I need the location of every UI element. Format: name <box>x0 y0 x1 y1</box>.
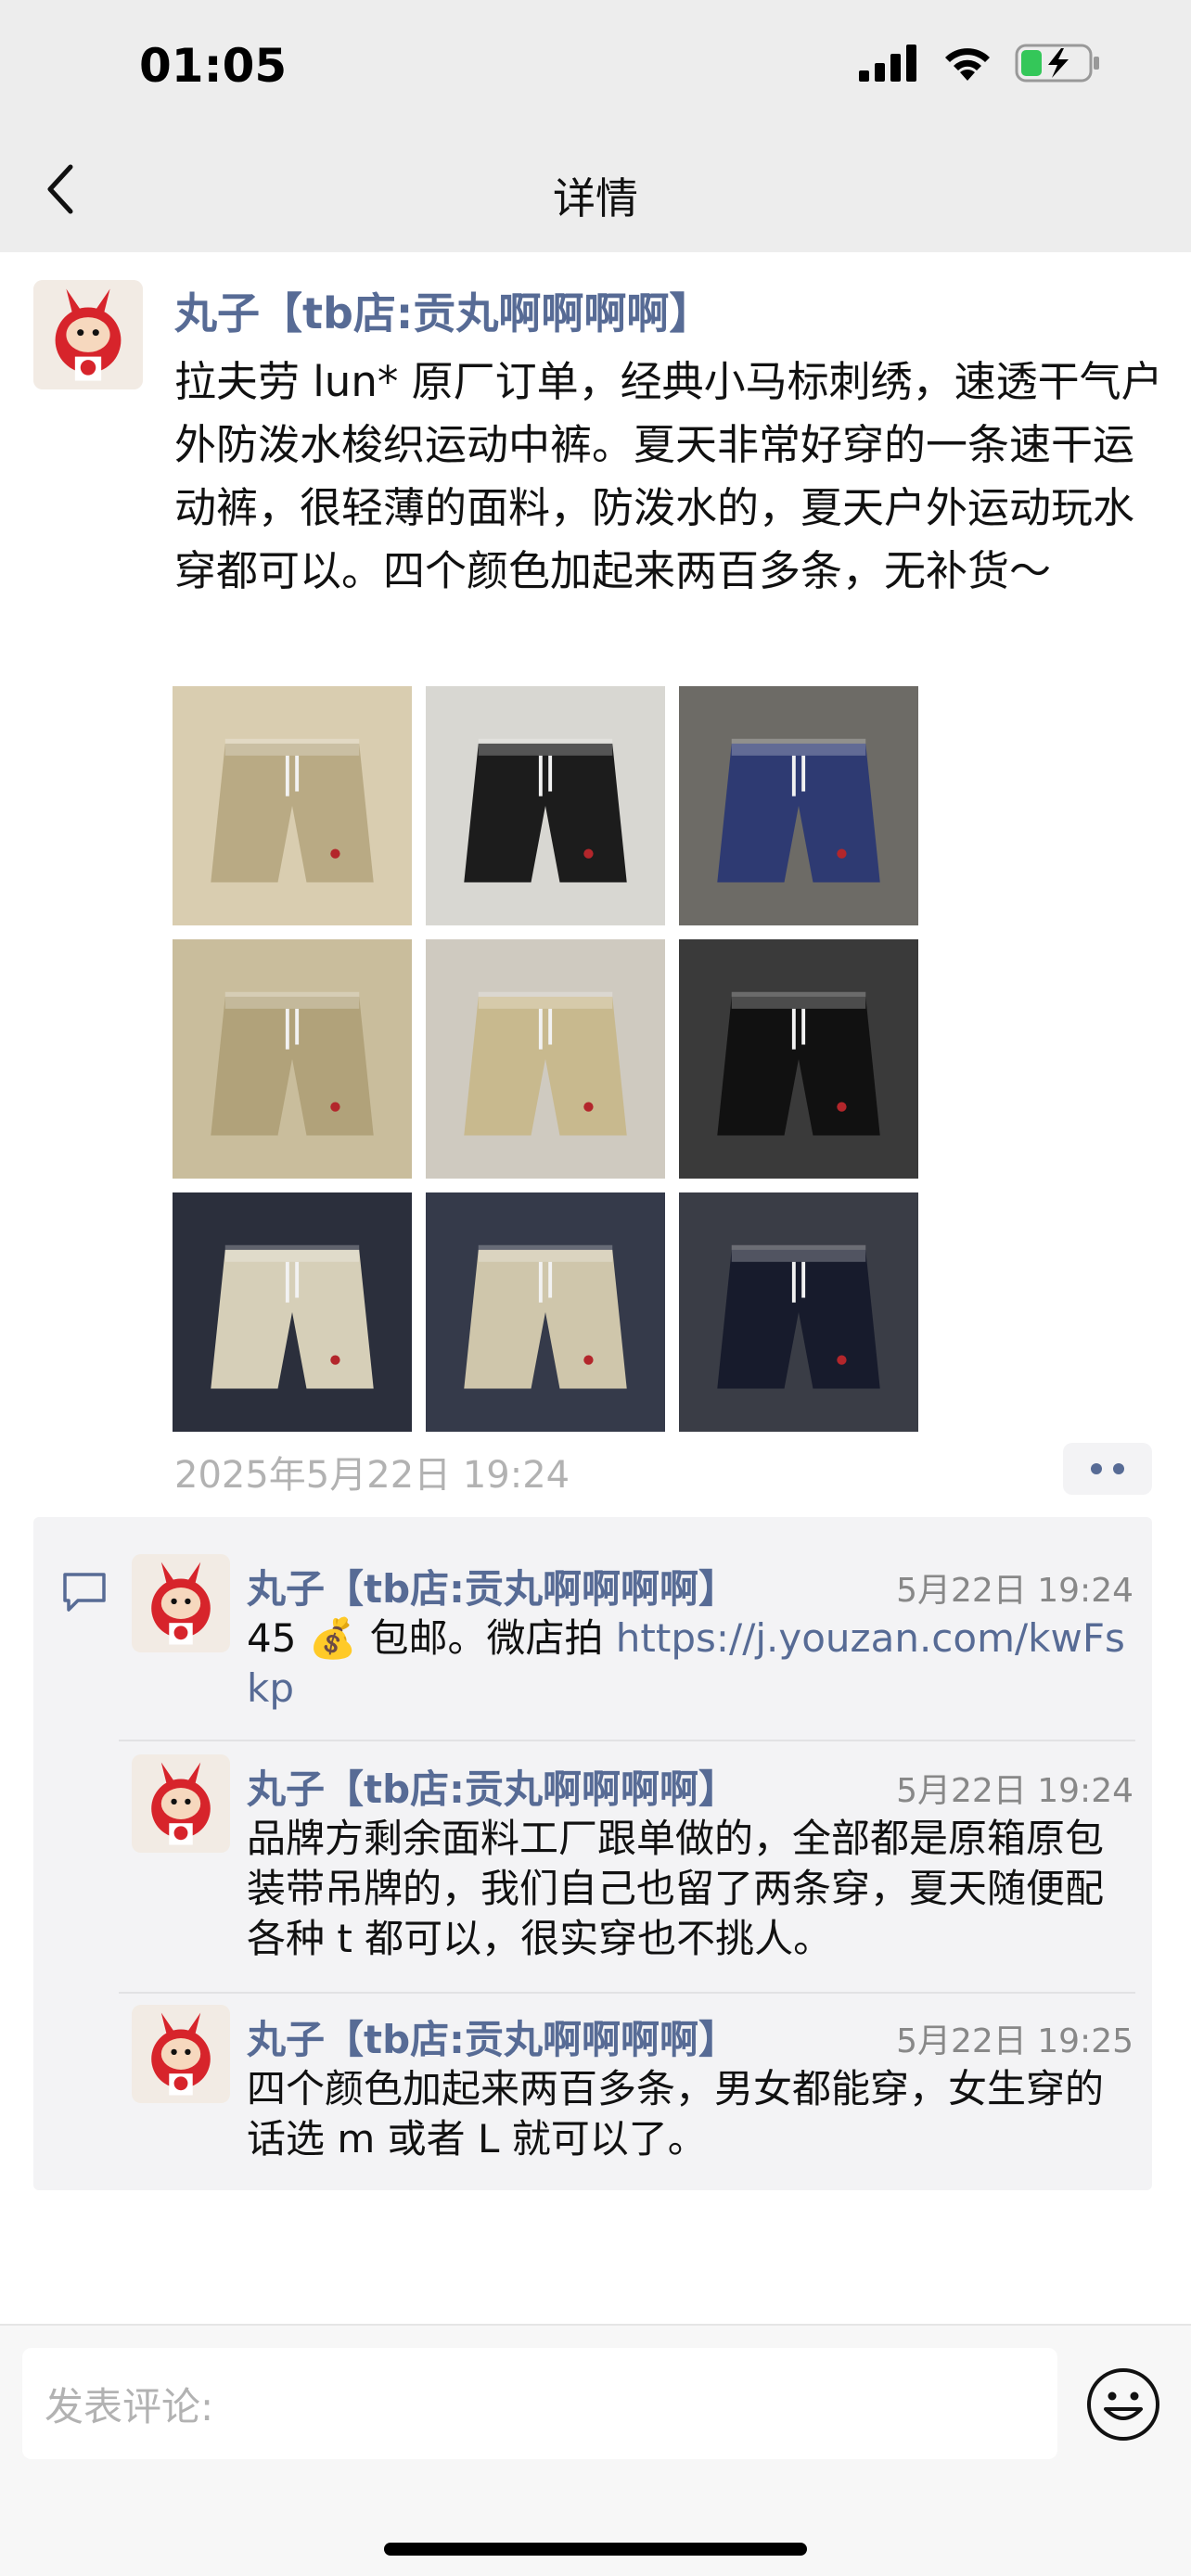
comment-author-avatar[interactable] <box>132 1754 230 1853</box>
comment-text: 品牌方剩余面料工厂跟单做的，全部都是原箱原包装带吊牌的，我们自己也留了两条穿，夏… <box>247 1816 1105 1961</box>
top-bar: 01:05 详情 <box>0 0 1191 252</box>
comment-input[interactable]: 发表评论: <box>22 2348 1057 2459</box>
photo-beige-shorts-hanging[interactable] <box>173 1192 412 1432</box>
comment-item[interactable]: 丸子【tb店:贡丸啊啊啊啊】 5月22日 19:24 品牌方剩余面料工厂跟单做的… <box>132 1754 1133 1961</box>
dot-icon <box>1113 1463 1124 1474</box>
photo-navy-shorts-hanging[interactable] <box>679 1192 918 1432</box>
comment-author-name[interactable]: 丸子【tb店:贡丸啊啊啊啊】 <box>247 2009 737 2065</box>
comments-panel: 丸子【tb店:贡丸啊啊啊啊】 5月22日 19:24 45 💰 包邮。微店拍 h… <box>33 1517 1152 2190</box>
post-author-name[interactable]: 丸子【tb店:贡丸啊啊啊啊】 <box>174 280 711 341</box>
photo-beige-shorts-closeup[interactable] <box>426 1192 665 1432</box>
page-title: 详情 <box>553 173 638 223</box>
wifi-icon <box>945 48 990 81</box>
post-timestamp: 2025年5月22日 19:24 <box>174 1454 570 1497</box>
comment-item[interactable]: 丸子【tb店:贡丸啊啊啊啊】 5月22日 19:25 四个颜色加起来两百多条，男… <box>132 2005 1133 2162</box>
comment-item[interactable]: 丸子【tb店:贡丸啊啊啊啊】 5月22日 19:24 45 💰 包邮。微店拍 h… <box>132 1554 1133 1712</box>
photo-khaki-shorts-tags[interactable] <box>173 939 412 1179</box>
comment-divider <box>119 1740 1135 1741</box>
photo-khaki-folded-shorts[interactable] <box>173 686 412 925</box>
comment-author-avatar[interactable] <box>132 1554 230 1652</box>
status-time: 01:05 <box>139 39 288 93</box>
avatar-cartoon-icon <box>132 2005 230 2103</box>
post-text: 拉夫劳 lun* 原厂订单，经典小马标刺绣，速透干气户外防泼水梭织运动中裤。夏天… <box>174 357 1163 595</box>
battery-charging-icon <box>1015 44 1099 83</box>
comment-time: 5月22日 19:25 <box>896 2022 1133 2060</box>
avatar-cartoon-icon <box>132 1554 230 1652</box>
comment-text: 45 💰 包邮。微店拍 https://j.youzan.com/kwFskp <box>247 1613 1133 1714</box>
photo-shorts-rack[interactable] <box>426 939 665 1179</box>
comment-author-avatar[interactable] <box>132 2005 230 2103</box>
comment-text-body: 45 💰 包邮。微店拍 <box>247 1615 616 1661</box>
photo-model-black-shorts[interactable] <box>426 686 665 925</box>
more-actions-button[interactable] <box>1063 1443 1152 1495</box>
comment-author-name[interactable]: 丸子【tb店:贡丸啊啊啊啊】 <box>247 1558 737 1614</box>
comment-time: 5月22日 19:24 <box>896 1572 1133 1610</box>
avatar-cartoon-icon <box>132 1754 230 1853</box>
photo-model-navy-shorts[interactable] <box>679 686 918 925</box>
comment-composer: 发表评论: <box>0 2324 1191 2576</box>
status-icons <box>859 43 1102 83</box>
post-author-avatar[interactable] <box>33 280 143 389</box>
photo-black-shorts-hanging[interactable] <box>679 939 918 1179</box>
comment-author-name[interactable]: 丸子【tb店:贡丸啊啊啊啊】 <box>247 1758 737 1815</box>
comment-text: 四个颜色加起来两百多条，男女都能穿，女生穿的话选 m 或者 L 就可以了。 <box>247 2066 1105 2162</box>
photo-grid <box>173 686 918 1432</box>
smiley-face-icon[interactable] <box>1085 2366 1161 2442</box>
home-indicator <box>384 2543 807 2556</box>
cellular-signal-icon <box>859 45 916 82</box>
comment-divider <box>119 1992 1135 1994</box>
comment-time: 5月22日 19:24 <box>896 1772 1133 1810</box>
comment-bubble-icon <box>63 1573 106 1612</box>
dot-icon <box>1091 1463 1102 1474</box>
avatar-cartoon-icon <box>33 280 143 389</box>
